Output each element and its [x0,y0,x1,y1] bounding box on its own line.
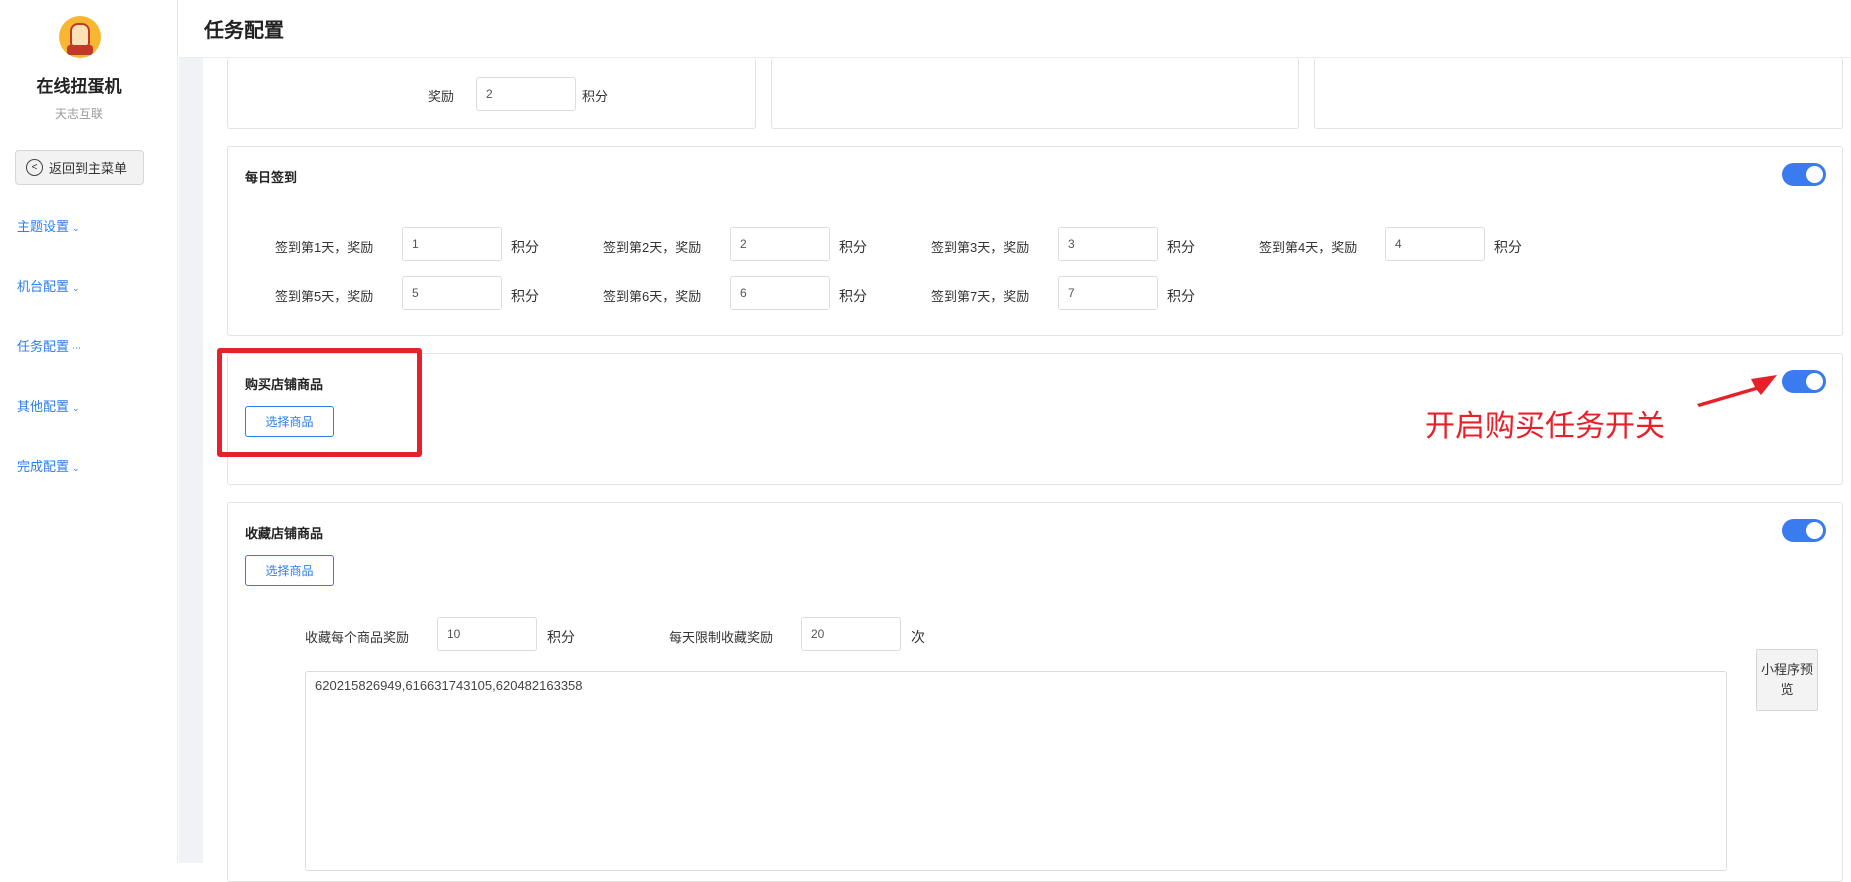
chevron-down-icon: ⌄ [72,403,80,413]
signin-day-input[interactable]: 7 [1058,276,1158,310]
nav-label: 完成配置 [17,459,70,474]
blank-card [1314,58,1843,129]
signin-day-input[interactable]: 2 [730,227,830,261]
chevron-down-icon: ⌄ [72,223,80,233]
goods-ids-textarea[interactable]: 620215826949,616631743105,620482163358 [305,671,1727,871]
red-arrow-icon [1697,375,1777,407]
nav-item-other[interactable]: 其他配置 ⌄ [17,396,80,415]
nav-item-machine[interactable]: 机台配置 ⌄ [17,276,80,295]
signin-day-unit: 积分 [511,239,539,255]
signin-day-unit: 积分 [511,288,539,304]
back-to-menu-label: 返回到主菜单 [49,161,128,176]
nav-label: 其他配置 [17,399,70,414]
collect-goods-title: 收藏店铺商品 [245,526,324,541]
signin-day-label: 签到第1天，奖励 [275,240,374,255]
collect-goods-toggle[interactable] [1782,519,1826,542]
nav-item-finish[interactable]: 完成配置 ⌄ [17,456,80,475]
blank-card [771,58,1299,129]
nav-label: 机台配置 [17,279,70,294]
chevron-down-icon: ⌄ [72,463,80,473]
signin-day-input[interactable]: 3 [1058,227,1158,261]
nav-item-task[interactable]: 任务配置 ⋯ [17,336,81,355]
signin-day-label: 签到第6天，奖励 [603,289,702,304]
back-circle-icon: < [26,159,43,176]
topbar: 任务配置 [179,0,1851,58]
app-subtitle: 天志互联 [54,107,103,121]
signin-day-input[interactable]: 6 [730,276,830,310]
page-title: 任务配置 [204,20,284,42]
collect-select-goods-button[interactable]: 选择商品 [245,555,334,586]
signin-day-input[interactable]: 4 [1385,227,1485,261]
signin-day-unit: 积分 [1167,288,1195,304]
signin-day-input[interactable]: 5 [402,276,502,310]
reward-input[interactable]: 2 [476,77,576,111]
highlight-box [217,348,422,457]
miniprogram-preview-button[interactable]: 小程序预览 [1756,649,1818,711]
signin-day-label: 签到第3天，奖励 [931,240,1030,255]
app-name: 在线扭蛋机 [36,77,122,96]
signin-day-unit: 积分 [1167,239,1195,255]
nav-item-theme[interactable]: 主题设置 ⌄ [17,216,80,235]
daily-signin-card: 每日签到 签到第1天，奖励 1 积分 签到第2天，奖励 2 积分 签到第3天，奖… [227,146,1843,336]
signin-day-label: 签到第4天，奖励 [1259,240,1358,255]
reward-label: 奖励 [428,89,455,104]
daily-signin-toggle[interactable] [1782,163,1826,186]
content-gutter [179,58,203,863]
collect-limit-input[interactable]: 20 [801,617,901,651]
more-icon: ⋯ [72,343,82,353]
signin-day-label: 签到第2天，奖励 [603,240,702,255]
signin-day-unit: 积分 [839,288,867,304]
collect-reward-label: 收藏每个商品奖励 [305,630,410,645]
signin-day-unit: 积分 [839,239,867,255]
chevron-down-icon: ⌄ [72,283,80,293]
sidebar: 在线扭蛋机 天志互联 < 返回到主菜单 主题设置 ⌄ 机台配置 ⌄ 任务配置 ⋯ 其他… [0,0,178,863]
daily-signin-title: 每日签到 [245,170,298,185]
reward-card: 奖励 2 积分 [227,58,756,129]
collect-limit-label: 每天限制收藏奖励 [669,630,774,645]
app-logo [59,16,101,58]
signin-day-label: 签到第7天，奖励 [931,289,1030,304]
collect-reward-unit: 积分 [547,629,575,645]
nav-label: 主题设置 [17,219,70,234]
reward-unit: 积分 [582,89,609,104]
collect-reward-input[interactable]: 10 [437,617,537,651]
buy-goods-toggle[interactable] [1782,370,1826,393]
collect-limit-unit: 次 [911,629,925,645]
signin-day-label: 签到第5天，奖励 [275,289,374,304]
signin-day-unit: 积分 [1494,239,1522,255]
back-to-menu-button[interactable]: < 返回到主菜单 [15,150,144,185]
annotation-text: 开启购买任务开关 [1425,410,1665,443]
nav-label: 任务配置 [17,339,70,354]
signin-day-input[interactable]: 1 [402,227,502,261]
